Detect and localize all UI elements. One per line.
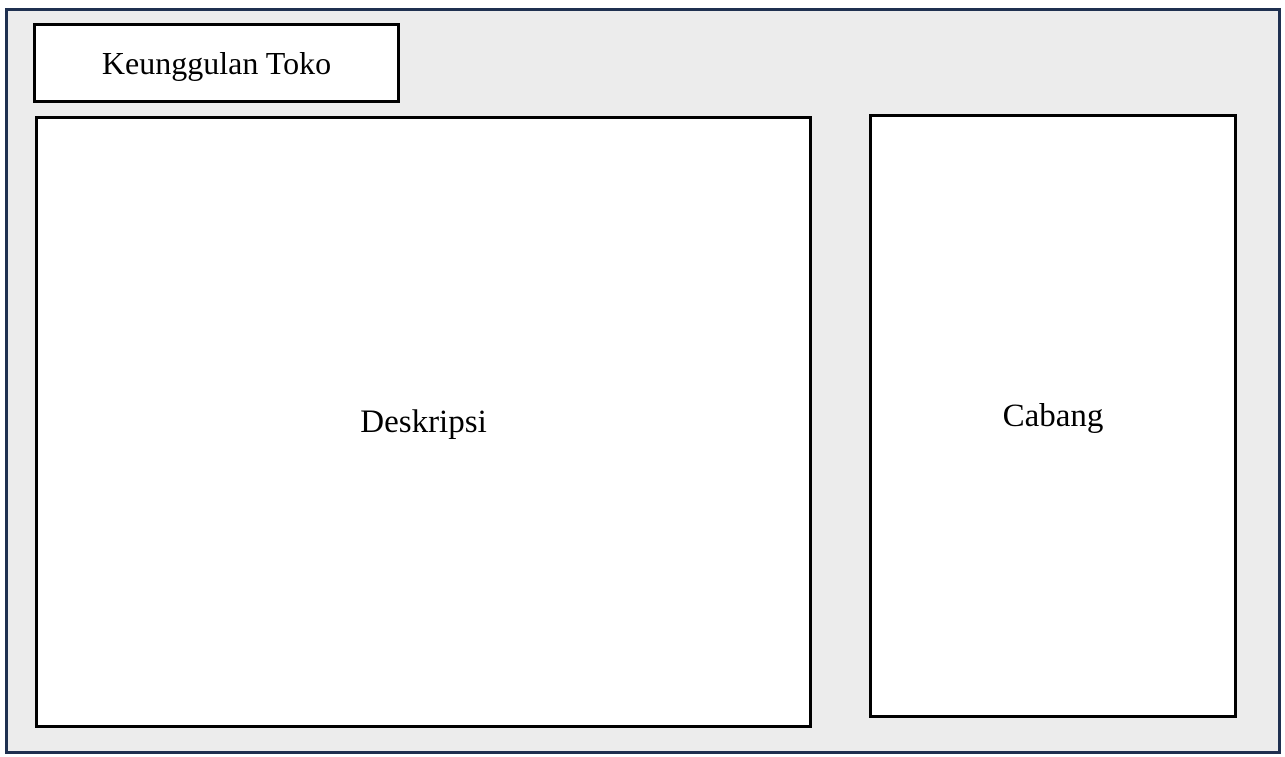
section-title-box: Keunggulan Toko bbox=[33, 23, 400, 103]
description-label: Deskripsi bbox=[360, 403, 487, 440]
branch-label: Cabang bbox=[1002, 397, 1104, 434]
branch-panel: Cabang bbox=[869, 114, 1237, 718]
description-panel: Deskripsi bbox=[35, 116, 812, 728]
section-title: Keunggulan Toko bbox=[101, 44, 332, 81]
